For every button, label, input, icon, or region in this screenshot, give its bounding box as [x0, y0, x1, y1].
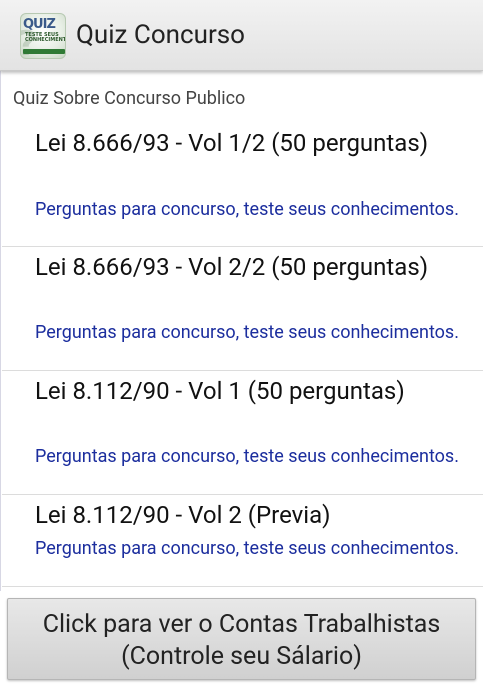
list-item-2[interactable]: Lei 8.666/93 - Vol 2/2 (50 perguntas) Pe…	[2, 247, 483, 371]
list-item-4[interactable]: Lei 8.112/90 - Vol 2 (Previa) Perguntas …	[2, 495, 483, 587]
contas-trabalhistas-button[interactable]: Click para ver o Contas Trabalhistas (Co…	[7, 598, 476, 680]
list-item-title: Lei 8.666/93 - Vol 1/2 (50 perguntas)	[35, 129, 429, 157]
logo-text-quiz: QUIZ	[23, 17, 56, 32]
button-label-line1: Click para ver o Contas Trabalhistas	[42, 610, 441, 639]
list-item-3[interactable]: Lei 8.112/90 - Vol 1 (50 perguntas) Perg…	[2, 371, 483, 495]
logo-banner	[23, 49, 65, 54]
quiz-list-container: Quiz Sobre Concurso Publico Lei 8.666/93…	[0, 71, 483, 591]
list-item-title: Lei 8.666/93 - Vol 2/2 (50 perguntas)	[35, 253, 429, 281]
app-title: Quiz Concurso	[76, 20, 245, 50]
button-label-line2: (Controle seu Sálario)	[121, 642, 362, 671]
logo-text-subtitle: TESTE SEUS CONHECIMENTOS	[25, 32, 66, 43]
list-item-1[interactable]: Lei 8.666/93 - Vol 1/2 (50 perguntas) Pe…	[2, 117, 483, 247]
list-item-subtitle: Perguntas para concurso, teste seus conh…	[35, 199, 459, 220]
list-item-title: Lei 8.112/90 - Vol 2 (Previa)	[35, 501, 331, 529]
action-bar: ? QUIZ TESTE SEUS CONHECIMENTOS Quiz Con…	[0, 0, 483, 71]
list-item-title: Lei 8.112/90 - Vol 1 (50 perguntas)	[35, 377, 405, 405]
list-item-subtitle: Perguntas para concurso, teste seus conh…	[35, 446, 459, 467]
app-logo-icon[interactable]: ? QUIZ TESTE SEUS CONHECIMENTOS	[20, 13, 66, 59]
list-item-subtitle: Perguntas para concurso, teste seus conh…	[35, 538, 459, 559]
list-item-subtitle: Perguntas para concurso, teste seus conh…	[35, 322, 459, 343]
list-header: Quiz Sobre Concurso Publico	[13, 88, 246, 109]
